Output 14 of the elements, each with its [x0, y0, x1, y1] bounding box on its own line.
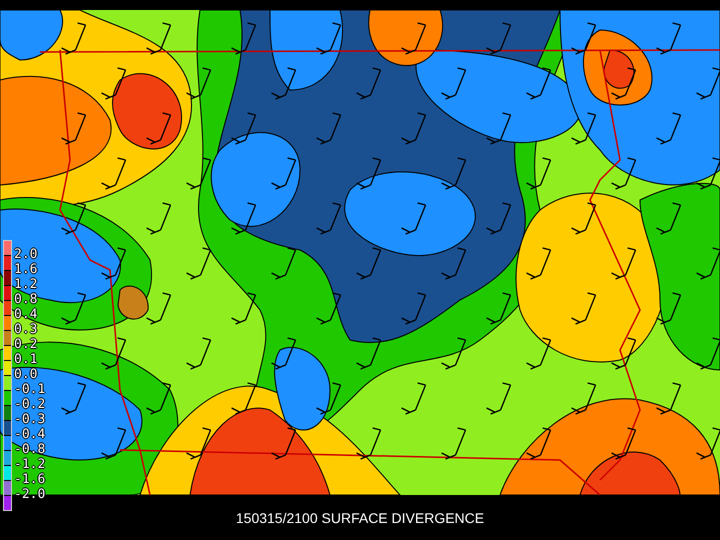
legend-label: 1.2 — [14, 277, 38, 292]
legend-label: -1.2 — [14, 457, 46, 472]
legend-label: -1.6 — [14, 472, 46, 487]
legend-label: -0.4 — [14, 427, 46, 442]
legend-label: 0.1 — [14, 352, 38, 367]
legend-label: 2.0 — [14, 247, 38, 262]
legend-label: 0.0 — [14, 367, 38, 382]
map-title: 150315/2100 SURFACE DIVERGENCE — [236, 510, 484, 526]
legend-label: -0.1 — [14, 382, 46, 397]
legend-label: -0.3 — [14, 412, 46, 427]
legend-label: 0.8 — [14, 292, 38, 307]
legend-label: 0.3 — [14, 322, 38, 337]
legend-label: 1.6 — [14, 262, 38, 277]
legend-label: -0.2 — [14, 397, 46, 412]
